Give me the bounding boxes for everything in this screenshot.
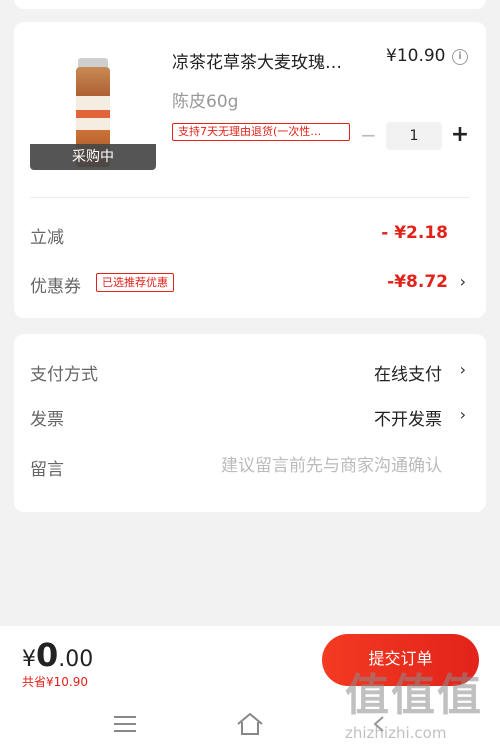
back-icon[interactable] bbox=[370, 714, 390, 734]
coupon-label[interactable]: 优惠券 bbox=[30, 272, 81, 297]
note-label: 留言 bbox=[30, 460, 64, 480]
quantity-increase-button[interactable]: + bbox=[450, 122, 470, 150]
product-title[interactable]: 凉茶花草茶大麦玫瑰… bbox=[172, 48, 368, 73]
home-icon[interactable] bbox=[236, 712, 264, 736]
chevron-right-icon[interactable]: › bbox=[460, 272, 466, 291]
total-currency: ¥ bbox=[22, 647, 36, 672]
bottom-bar: ¥0.00 共省¥10.90 提交订单 bbox=[0, 626, 500, 753]
menu-icon[interactable] bbox=[114, 716, 136, 734]
total-integer: 0 bbox=[36, 636, 59, 674]
purchasing-status-tag: 采购中 bbox=[30, 144, 156, 170]
chevron-right-icon[interactable]: › bbox=[460, 360, 466, 379]
product-card: 采购中 凉茶花草茶大麦玫瑰… ¥10.90 i 陈皮60g 支持7天无理由退货(… bbox=[14, 22, 486, 318]
total-saved: 共省¥10.90 bbox=[22, 675, 88, 689]
total-amount: ¥0.00 bbox=[22, 636, 93, 674]
chevron-right-icon[interactable]: › bbox=[460, 405, 466, 424]
instant-discount-label: 立减 bbox=[30, 228, 64, 248]
submit-order-button[interactable]: 提交订单 bbox=[322, 634, 479, 686]
return-policy-badge: 支持7天无理由退货(一次性… bbox=[172, 123, 350, 141]
quantity-decrease-button[interactable]: − bbox=[360, 125, 377, 147]
coupon-value[interactable]: -¥8.72 bbox=[387, 272, 448, 292]
order-info-card: 支付方式 在线支付 › 发票 不开发票 › 留言 bbox=[14, 334, 486, 512]
payment-method-value[interactable]: 在线支付 bbox=[374, 360, 442, 385]
product-variant[interactable]: 陈皮60g bbox=[172, 87, 238, 112]
coupon-recommended-tag: 已选推荐优惠 bbox=[96, 273, 174, 292]
info-icon[interactable]: i bbox=[452, 49, 468, 65]
invoice-value[interactable]: 不开发票 bbox=[374, 405, 442, 430]
product-price: ¥10.90 bbox=[386, 46, 446, 66]
invoice-label[interactable]: 发票 bbox=[30, 405, 64, 430]
instant-discount-value: - ¥2.18 bbox=[381, 223, 448, 243]
product-thumbnail[interactable]: 采购中 bbox=[30, 54, 156, 170]
total-decimal: .00 bbox=[58, 647, 94, 672]
jar-label-band bbox=[76, 110, 110, 118]
previous-card-stub bbox=[14, 0, 486, 9]
payment-method-label[interactable]: 支付方式 bbox=[30, 360, 98, 385]
quantity-value[interactable]: 1 bbox=[386, 122, 442, 150]
divider bbox=[30, 197, 470, 198]
note-input[interactable] bbox=[164, 454, 442, 478]
